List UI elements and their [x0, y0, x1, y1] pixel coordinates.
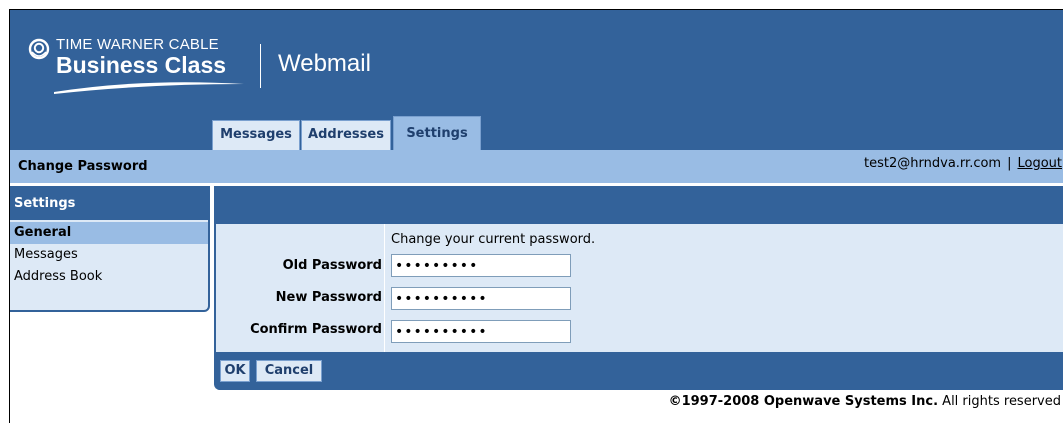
new-password-input[interactable]	[391, 287, 571, 310]
sidebar-item-general[interactable]: General	[10, 222, 208, 244]
user-email: test2@hrndva.rr.com	[864, 156, 1002, 171]
product-name: Webmail	[278, 50, 371, 77]
user-area: test2@hrndva.rr.com | Logout	[864, 156, 1062, 171]
settings-sidebar: Settings General Messages Address Book	[10, 186, 210, 312]
copyright-footer: ©1997-2008 Openwave Systems Inc. All rig…	[669, 394, 1061, 409]
tab-settings[interactable]: Settings	[393, 116, 481, 150]
confirm-password-label: Confirm Password	[250, 322, 382, 337]
change-password-panel: Change your current password. Old Passwo…	[214, 186, 1063, 390]
title-bar: Change Password test2@hrndva.rr.com | Logo…	[10, 150, 1063, 183]
sidebar-item-messages[interactable]: Messages	[10, 244, 208, 266]
instruction-text: Change your current password.	[391, 232, 596, 247]
tab-messages[interactable]: Messages	[212, 120, 300, 150]
cancel-button[interactable]: Cancel	[256, 360, 322, 382]
button-bar: OK Cancel	[216, 352, 1063, 390]
copyright-rights: All rights reserved	[938, 394, 1061, 409]
old-password-label: Old Password	[282, 258, 382, 273]
page-title: Change Password	[18, 159, 148, 174]
header: TIME WARNER CABLE Business Class Webmail…	[10, 10, 1063, 150]
copyright-company: ©1997-2008 Openwave Systems Inc.	[668, 394, 939, 409]
user-separator: |	[1007, 156, 1012, 171]
confirm-password-input[interactable]	[391, 320, 571, 343]
ok-button[interactable]: OK	[220, 360, 250, 382]
sidebar-item-address-book[interactable]: Address Book	[10, 266, 208, 288]
brand-top-line: TIME WARNER CABLE	[56, 36, 219, 53]
webmail-window: TIME WARNER CABLE Business Class Webmail…	[9, 9, 1063, 423]
sidebar-heading: Settings	[10, 188, 208, 220]
brand-swoosh-icon	[54, 82, 244, 94]
new-password-label: New Password	[275, 290, 382, 305]
old-password-input[interactable]	[391, 254, 571, 277]
tab-addresses[interactable]: Addresses	[301, 120, 391, 150]
panel-header	[216, 188, 1063, 224]
time-warner-eye-icon	[28, 38, 50, 60]
logout-link[interactable]: Logout	[1017, 156, 1062, 171]
brand-main-line: Business Class	[56, 52, 227, 78]
brand-logo: TIME WARNER CABLE Business Class	[28, 36, 248, 98]
header-divider	[260, 44, 261, 88]
